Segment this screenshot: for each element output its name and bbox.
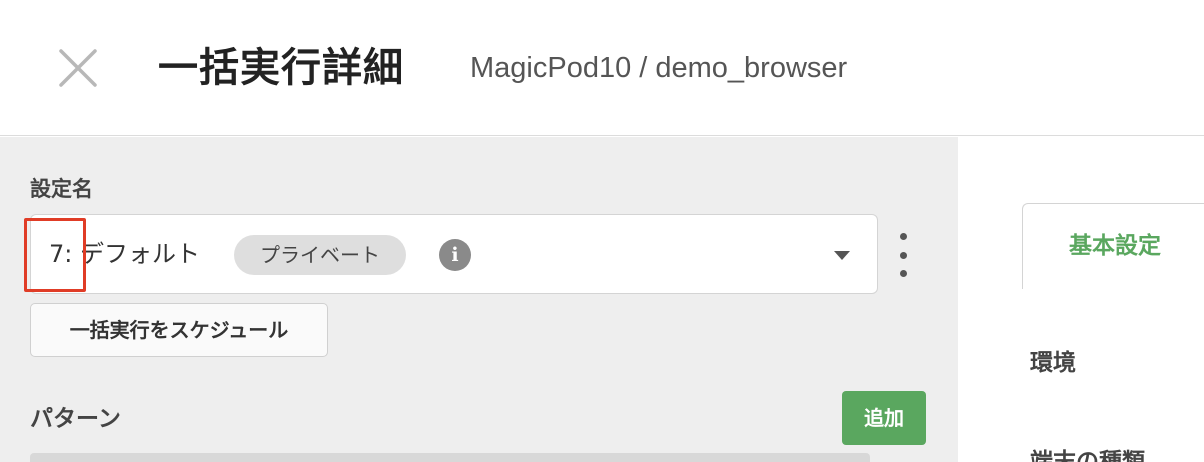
add-pattern-button[interactable]: 追加 bbox=[842, 391, 926, 445]
environment-label: 環境 bbox=[1030, 350, 1076, 376]
page-title: 一括実行詳細 bbox=[158, 45, 404, 91]
more-vertical-icon bbox=[899, 270, 907, 277]
highlight-annotation bbox=[24, 218, 86, 292]
detail-panel: 基本設定 環境 端末の種類 bbox=[958, 137, 1204, 462]
more-vertical-icon bbox=[899, 251, 907, 259]
page-header: 一括実行詳細 MagicPod10 / demo_browser bbox=[0, 0, 1204, 136]
pattern-label: パターン bbox=[30, 406, 121, 432]
setting-select[interactable]: 7: デフォルト プライベート i bbox=[30, 214, 878, 294]
info-icon[interactable]: i bbox=[439, 239, 471, 271]
more-menu-button[interactable] bbox=[890, 233, 916, 277]
settings-panel: 設定名 7: デフォルト プライベート i 一括実行をスケジュール パターン 追… bbox=[0, 137, 958, 462]
breadcrumb: MagicPod10 / demo_browser bbox=[470, 52, 848, 84]
close-button[interactable] bbox=[52, 42, 104, 94]
setting-name-label: 設定名 bbox=[30, 177, 93, 201]
chevron-down-icon bbox=[834, 251, 850, 260]
pattern-list bbox=[30, 453, 870, 462]
schedule-batch-run-button[interactable]: 一括実行をスケジュール bbox=[30, 303, 328, 357]
more-vertical-icon bbox=[899, 233, 907, 240]
device-type-label: 端末の種類 bbox=[1030, 449, 1145, 462]
tab-basic-settings[interactable]: 基本設定 bbox=[1022, 203, 1204, 289]
close-icon bbox=[59, 49, 97, 87]
visibility-badge: プライベート bbox=[234, 235, 406, 275]
